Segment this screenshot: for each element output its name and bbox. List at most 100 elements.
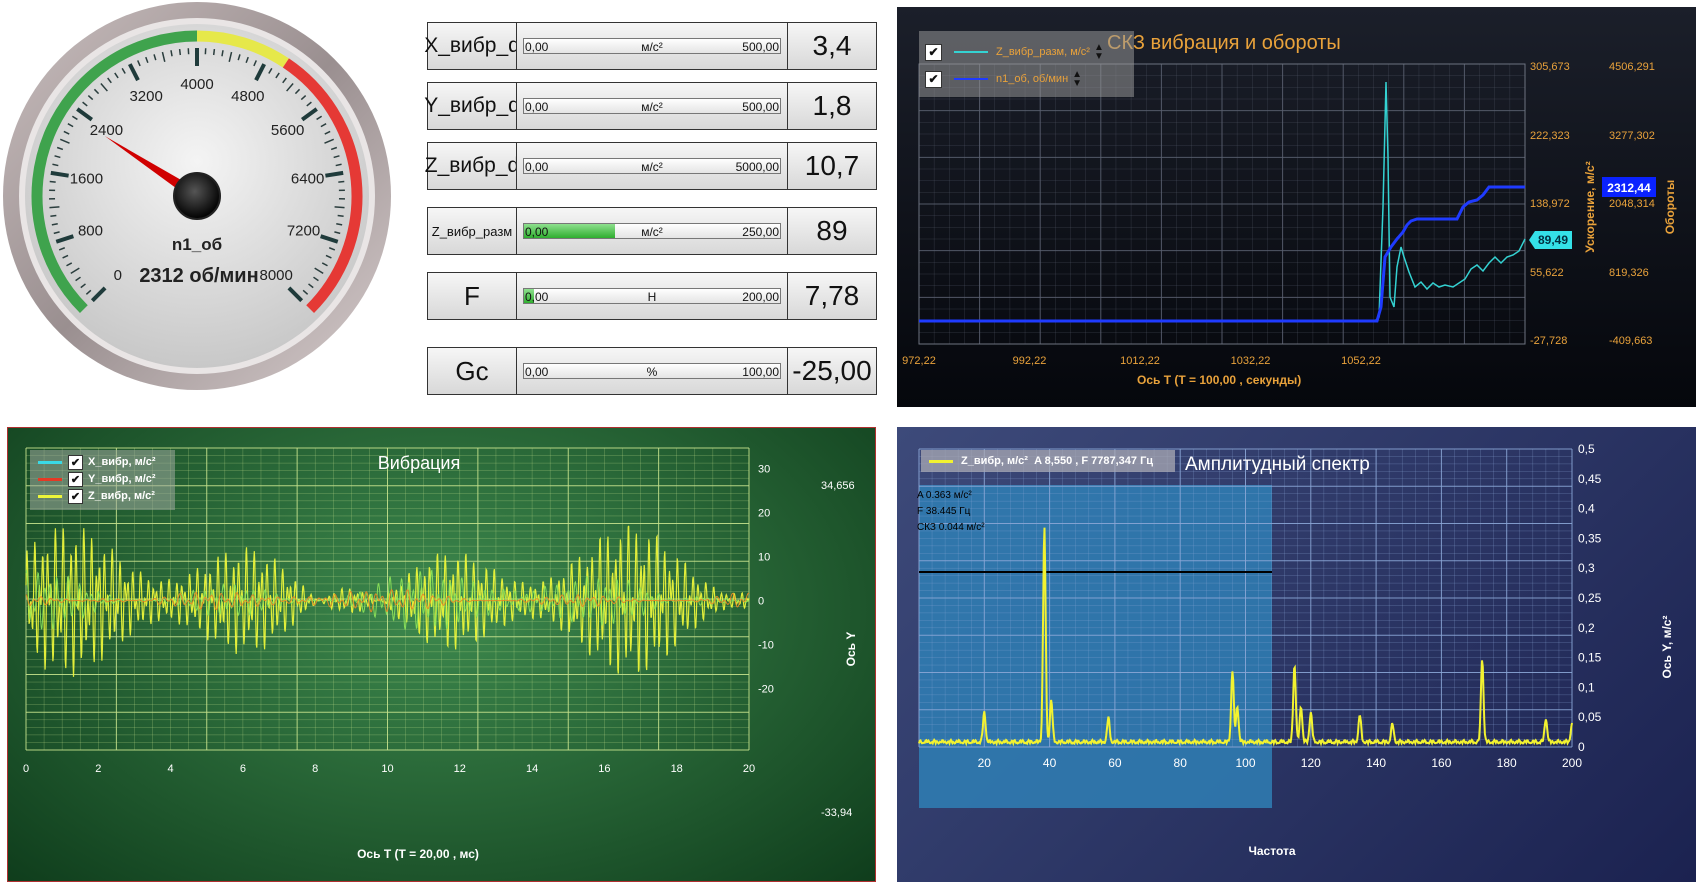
skz-x-tick-label: 1032,22 <box>1231 355 1271 367</box>
spectrum-y-tick-label: 0,15 <box>1578 651 1602 665</box>
spectrum-info-line: СКЗ 0.044 м/с² <box>917 522 985 533</box>
skz-y2-tick-label: 3277,302 <box>1609 130 1655 142</box>
vibration-legend: ✔ X_вибр, м/с² ✔ Y_вибр, м/с² ✔ Z_вибр, м/с² <box>30 450 175 510</box>
gauge-tick-label: 3200 <box>129 88 162 105</box>
legend-label: n1_об, об/мин <box>996 73 1069 85</box>
spectrum-legend: Z_вибр, м/с² A 8,550 , F 7787,347 Гц <box>921 450 1175 472</box>
spectrum-chart-panel: 20 40 60 80 100 120 140 160 180 200 0,5 0,45 0,4 0,35… <box>897 427 1696 882</box>
vibration-y-axis-label: Ось Y <box>844 632 858 667</box>
row-label: F <box>427 272 517 320</box>
skz-y2-tick-label: -409,663 <box>1609 335 1652 347</box>
vibration-x-tick-label: 8 <box>312 763 318 775</box>
spectrum-x-axis-label: Частота <box>1248 844 1295 858</box>
legend-item: ✔ Z_вибр, м/с² <box>38 488 155 504</box>
gauge-tick-label: 7200 <box>287 223 320 240</box>
spectrum-legend-swatch <box>929 459 953 463</box>
spectrum-y-tick-label: 0,5 <box>1578 442 1595 456</box>
gauge-tick-label: 5600 <box>271 122 304 139</box>
legend-checkbox[interactable]: ✔ <box>925 43 942 61</box>
legend-checkbox[interactable]: ✔ <box>68 471 83 487</box>
value-row: F 0,00 Н 200,00 7,78 <box>427 272 877 320</box>
vibration-y-tick-label: 30 <box>758 463 770 475</box>
skz-chart-title: СКЗ вибрация и обороты <box>1107 32 1341 54</box>
skz-y2-axis-label: Обороты <box>1663 180 1677 235</box>
gauge-tick <box>49 206 60 209</box>
vibration-x-tick-label: 4 <box>168 763 174 775</box>
legend-spin-icon[interactable]: ▲ ▼ <box>1094 43 1104 62</box>
value-row: X_вибр_d 0,00 м/с² 500,00 3,4 <box>424 22 877 70</box>
legend-checkbox[interactable]: ✔ <box>925 70 942 88</box>
progress-unit: м/с² <box>641 160 663 174</box>
tachometer-gauge: 0 800 1600 2400 3200 4000 4800 5600 6400 7200 8000… <box>0 0 400 400</box>
vibration-x-axis-label: Ось Т (Т = 20,00 , мс) <box>357 847 479 861</box>
gauge-tick <box>50 214 57 218</box>
row-progress: 0,00 м/с² 5000,00 <box>516 142 788 190</box>
progress-max: 5000,00 <box>735 160 779 174</box>
progress-min: 0,00 <box>525 100 549 114</box>
progress-unit: м/с² <box>641 40 663 54</box>
gauge-tick-label: 2400 <box>90 122 123 139</box>
gauge-hub <box>173 172 221 220</box>
legend-label: Y_вибр, м/с² <box>88 473 156 485</box>
progress-unit: м/с² <box>641 225 663 239</box>
spectrum-y-tick-label: 0,3 <box>1578 561 1595 575</box>
progress-unit: Н <box>647 290 657 304</box>
skz-x-tick-label: 1052,22 <box>1341 355 1381 367</box>
gauge-tick <box>221 50 224 57</box>
spectrum-y-tick-label: 0,05 <box>1578 710 1602 724</box>
progress-min: 0,00 <box>525 160 549 174</box>
row-label: Y_вибр_d <box>424 82 520 130</box>
spectrum-y-tick-label: 0,1 <box>1578 680 1595 694</box>
row-label: Gc <box>427 347 517 395</box>
legend-item: ✔ Y_вибр, м/с² <box>38 471 156 487</box>
value-row: Y_вибр_d 0,00 м/с² 500,00 1,8 <box>424 82 877 130</box>
row-value: 10,7 <box>787 142 877 190</box>
vibration-x-tick-label: 10 <box>381 763 393 775</box>
row-value: 89 <box>787 207 877 255</box>
gauge-tick <box>50 170 69 178</box>
spectrum-y-tick-label: 0,2 <box>1578 621 1595 635</box>
skz-chart-panel: СКЗ вибрация и обороты 972,22 992,22 1012,… <box>897 7 1696 407</box>
legend-swatch <box>954 78 988 80</box>
legend-swatch <box>38 460 62 464</box>
gauge-tick <box>334 206 345 209</box>
gauge-tick <box>338 180 345 183</box>
progress-min: 0,00 <box>525 225 549 239</box>
progress-max: 200,00 <box>742 290 779 304</box>
vibration-y-tick-label: -20 <box>758 684 774 696</box>
vibration-y-tick-label: 10 <box>758 552 770 564</box>
spectrum-x-tick-label: 200 <box>1562 756 1582 770</box>
progress-min: 0,00 <box>525 290 549 304</box>
gauge-tick <box>178 48 182 56</box>
gauge-tick <box>170 50 173 57</box>
progress-track: 0,00 м/с² 250,00 <box>523 223 781 239</box>
legend-checkbox[interactable]: ✔ <box>68 488 83 504</box>
gauge-readout: 2312 об/мин <box>139 265 258 287</box>
skz-y2-tick-label: 819,326 <box>1609 267 1649 279</box>
legend-checkbox[interactable]: ✔ <box>68 454 83 470</box>
spectrum-x-tick-label: 120 <box>1301 756 1321 770</box>
legend-label: Z_вибр_разм, м/с² <box>996 46 1090 58</box>
legend-spin-icon[interactable]: ▲ ▼ <box>1072 70 1082 89</box>
row-progress: 0,00 м/с² 500,00 <box>516 22 788 70</box>
legend-swatch <box>38 494 62 498</box>
progress-unit: м/с² <box>641 100 663 114</box>
spectrum-y-tick-label: 0 <box>1578 740 1585 754</box>
spectrum-chart-title: Амплитудный спектр <box>1185 454 1370 475</box>
legend-label: Z_вибр, м/с² <box>88 490 155 502</box>
vibration-y-tick-label: 0 <box>758 596 764 608</box>
spectrum-legend-text: Z_вибр, м/с² A 8,550 , F 7787,347 Гц <box>961 455 1154 467</box>
vibration-y-bottom: -33,94 <box>821 807 852 819</box>
legend-item: ✔ Z_вибр_разм, м/с² ▲ ▼ <box>925 43 1104 62</box>
gauge-tick-label: 800 <box>78 223 103 240</box>
gauge-name: n1_об <box>172 235 222 254</box>
gauge-tick-label: 4000 <box>180 76 213 93</box>
vibration-y-top: 34,656 <box>821 480 855 492</box>
vibration-x-tick-label: 6 <box>240 763 246 775</box>
progress-min: 0,00 <box>525 40 549 54</box>
progress-max: 100,00 <box>742 365 779 379</box>
row-progress: 0,00 м/с² 500,00 <box>516 82 788 130</box>
svg-text:89,49: 89,49 <box>1538 233 1568 247</box>
skz-y2-tick-label: 4506,291 <box>1609 61 1655 73</box>
skz-y1-tick-label: 138,972 <box>1530 198 1570 210</box>
